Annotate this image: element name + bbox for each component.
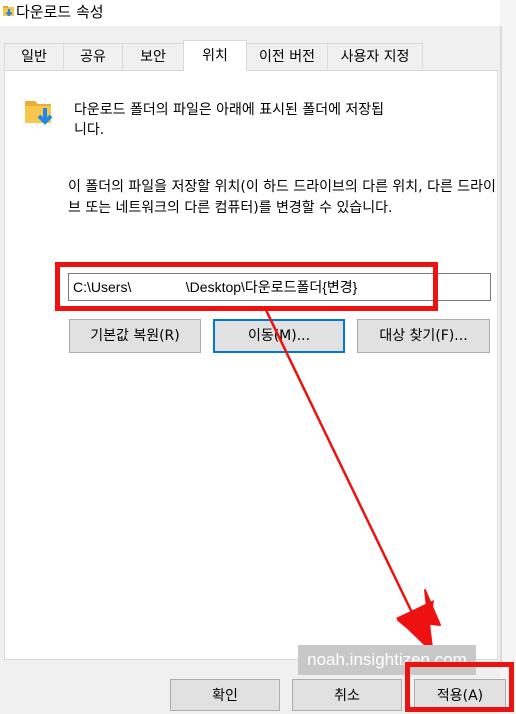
tab-general[interactable]: 일반 xyxy=(4,43,64,69)
location-description: 다운로드 폴더의 파일은 아래에 표시된 폴더에 저장됩 니다. xyxy=(74,102,385,138)
window-title: 다운로드 속성 xyxy=(16,3,104,21)
cancel-button[interactable]: 취소 xyxy=(292,679,402,711)
folder-download-icon xyxy=(25,101,53,125)
location-panel xyxy=(4,70,498,660)
window-edge xyxy=(500,0,516,714)
tab-strip: 일반 공유 보안 위치 이전 버전 사용자 지정 xyxy=(0,40,516,71)
tab-customize[interactable]: 사용자 지정 xyxy=(327,43,423,69)
folder-download-icon xyxy=(3,6,14,17)
tab-sharing[interactable]: 공유 xyxy=(63,43,123,69)
apply-highlight-box xyxy=(405,662,514,712)
tab-security[interactable]: 보안 xyxy=(122,43,184,69)
path-highlight-box xyxy=(55,262,438,311)
title-bar: 다운로드 속성 xyxy=(0,0,516,26)
find-target-button[interactable]: 대상 찾기(F)... xyxy=(357,319,490,353)
ok-button[interactable]: 확인 xyxy=(170,679,280,711)
tab-location[interactable]: 위치 xyxy=(183,40,247,71)
move-button[interactable]: 이동(M)... xyxy=(213,319,345,353)
tab-previous-versions[interactable]: 이전 버전 xyxy=(246,43,328,69)
restore-default-button[interactable]: 기본값 복원(R) xyxy=(69,319,201,353)
location-instruction: 이 폴더의 파일을 저장할 위치(이 하드 드라이브의 다른 위치, 다른 드라… xyxy=(68,179,496,216)
